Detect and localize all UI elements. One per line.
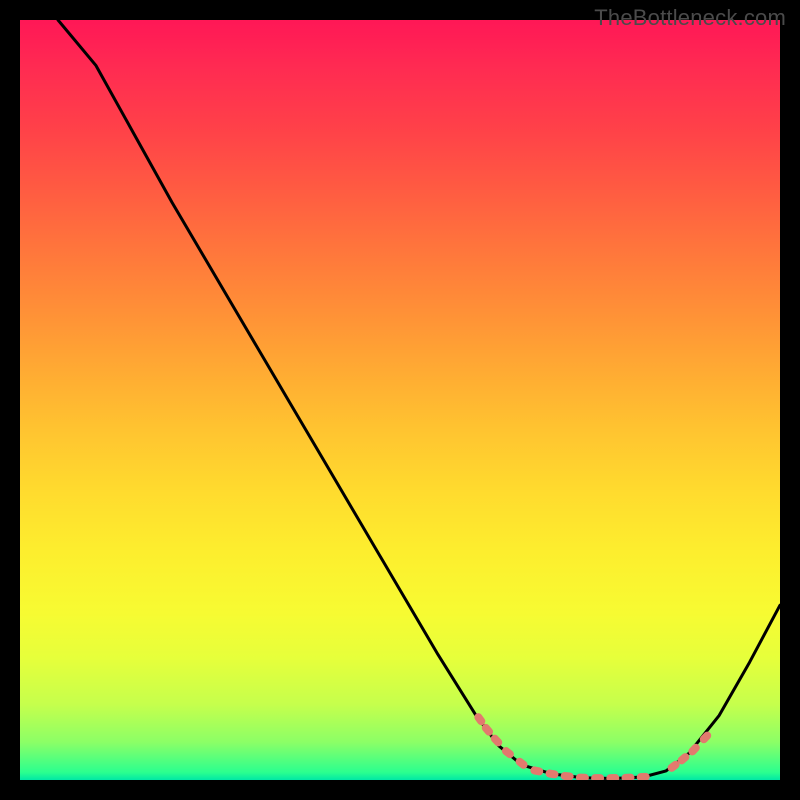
optimal-range-floor-dot: [591, 774, 604, 780]
curve-layer: [20, 20, 780, 780]
optimal-range-left-dot: [514, 756, 529, 770]
plot-area: [20, 20, 780, 780]
optimal-range-floor-dot: [637, 773, 650, 780]
optimal-range-floor-dot: [621, 773, 634, 780]
optimal-range-right-dot: [698, 730, 713, 745]
optimal-range-floor-dot: [606, 774, 619, 780]
optimal-range-floor-dot: [576, 774, 589, 780]
optimal-range-floor-dot: [560, 772, 574, 780]
bottleneck-curve: [58, 20, 780, 779]
watermark-text: TheBottleneck.com: [594, 5, 786, 31]
chart-frame: TheBottleneck.com: [0, 0, 800, 800]
optimal-range-floor-dot: [545, 769, 559, 779]
